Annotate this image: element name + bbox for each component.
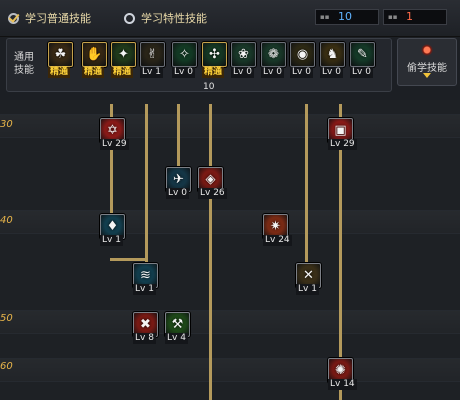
skill-level-label: Lv 1 bbox=[140, 67, 163, 78]
skill-level-label: Lv 4 bbox=[165, 333, 188, 344]
skill-level-label: Lv 1 bbox=[296, 284, 319, 295]
points-icon: ▪▪ bbox=[320, 13, 330, 21]
skill-glyph-icon: ✷ bbox=[270, 219, 281, 234]
skill-glyph-icon: ✈ bbox=[173, 172, 184, 187]
skill-level-label: Lv 0 bbox=[166, 188, 189, 199]
skill-glyph-icon: ✋ bbox=[86, 47, 103, 62]
skill-level-label: Lv 8 bbox=[133, 333, 156, 344]
tier-band-60 bbox=[0, 358, 460, 382]
skill-level-label: Lv 1 bbox=[133, 284, 156, 295]
tier-label-30: 30 bbox=[0, 119, 13, 130]
skill-level-label: Lv 0 bbox=[261, 67, 284, 78]
skill-points-value: 10 bbox=[338, 10, 352, 23]
skill-glyph-icon: ♦ bbox=[106, 219, 119, 234]
skill-glyph-icon: ✖ bbox=[140, 317, 151, 332]
common-skill-icon-4[interactable]: ✌ bbox=[140, 42, 165, 67]
skill-glyph-icon: ◉ bbox=[296, 47, 309, 62]
common-skill-icon-10[interactable]: ♞ bbox=[320, 42, 345, 67]
tier-label-40: 40 bbox=[0, 215, 13, 226]
level-marker: 10 bbox=[203, 82, 215, 92]
common-skill-icon-3[interactable]: ✦ bbox=[111, 42, 136, 67]
skill-glyph-icon: ◈ bbox=[205, 172, 216, 187]
steal-skill-button[interactable]: 偷学技能 bbox=[397, 38, 457, 86]
check-icon bbox=[8, 12, 19, 24]
skill-glyph-icon: ♞ bbox=[326, 47, 339, 62]
radio-learn-normal-skills[interactable]: 学习普通技能 bbox=[8, 9, 91, 27]
skill-level-label: Lv 0 bbox=[290, 67, 313, 78]
skill-tree: 30 40 50 60 bbox=[0, 100, 460, 400]
skill-glyph-icon: ▣ bbox=[334, 123, 347, 138]
radio-learn-special-skills[interactable]: 学习特性技能 bbox=[124, 9, 207, 27]
skill-points-counter: ▪▪ 10 bbox=[315, 9, 379, 25]
skill-level-label: 精通 bbox=[111, 67, 134, 78]
skill-level-label: Lv 29 bbox=[328, 139, 357, 150]
skill-level-label: Lv 24 bbox=[263, 235, 292, 246]
skill-glyph-icon: ✣ bbox=[209, 47, 220, 62]
skill-glyph-icon: ✎ bbox=[357, 47, 368, 62]
common-skill-icon-11[interactable]: ✎ bbox=[350, 42, 375, 67]
tree-connector bbox=[177, 104, 180, 176]
tree-connector bbox=[209, 104, 212, 400]
tree-connector bbox=[145, 104, 148, 264]
radio-circle-icon bbox=[124, 12, 135, 24]
skill-glyph-icon: ✧ bbox=[179, 47, 190, 62]
skill-level-label: Lv 26 bbox=[198, 188, 227, 199]
tree-connector bbox=[305, 104, 308, 274]
special-points-value: 1 bbox=[406, 10, 413, 23]
skill-glyph-icon: ❀ bbox=[238, 47, 249, 62]
skill-level-label: 精通 bbox=[48, 67, 71, 78]
skill-level-label: Lv 1 bbox=[100, 235, 123, 246]
skill-glyph-icon: ✕ bbox=[303, 268, 314, 283]
radio-normal-label: 学习普通技能 bbox=[25, 12, 91, 25]
skill-header: 学习普通技能 学习特性技能 ▪▪ 10 ▪▪ 1 bbox=[0, 0, 460, 37]
tier-band-40 bbox=[0, 210, 460, 234]
skill-level-label: Lv 0 bbox=[231, 67, 254, 78]
common-skill-icon-2[interactable]: ✋ bbox=[82, 42, 107, 67]
tier-band-50 bbox=[0, 310, 460, 334]
special-points-counter: ▪▪ 1 bbox=[383, 9, 447, 25]
common-skill-icon-1[interactable]: ☘ bbox=[48, 42, 73, 67]
dropdown-arrow-icon bbox=[423, 73, 431, 78]
skill-glyph-icon: ✌ bbox=[147, 47, 158, 62]
skill-glyph-icon: ❁ bbox=[268, 47, 279, 62]
skill-level-label: 精通 bbox=[82, 67, 105, 78]
common-skill-icon-6[interactable]: ✣ bbox=[202, 42, 227, 67]
skill-level-label: Lv 0 bbox=[350, 67, 373, 78]
radio-special-label: 学习特性技能 bbox=[141, 12, 207, 25]
common-skills-title: 通用技能 bbox=[14, 52, 34, 76]
skill-glyph-icon: ✦ bbox=[118, 47, 129, 62]
tier-label-60: 60 bbox=[0, 361, 13, 372]
skill-level-label: Lv 29 bbox=[100, 139, 129, 150]
skill-level-label: Lv 0 bbox=[320, 67, 343, 78]
skill-level-label: 精通 bbox=[202, 67, 225, 78]
skill-glyph-icon: ≋ bbox=[140, 268, 151, 283]
common-skill-icon-5[interactable]: ✧ bbox=[172, 42, 197, 67]
common-skill-icon-7[interactable]: ❀ bbox=[231, 42, 256, 67]
steal-skill-label: 偷学技能 bbox=[407, 63, 447, 74]
common-skill-icon-8[interactable]: ❁ bbox=[261, 42, 286, 67]
tier-band-30 bbox=[0, 114, 460, 138]
points-icon: ▪▪ bbox=[388, 13, 398, 21]
skill-glyph-icon: ✺ bbox=[335, 363, 346, 378]
tree-connector bbox=[110, 258, 148, 261]
common-skill-icon-9[interactable]: ◉ bbox=[290, 42, 315, 67]
steal-skill-icon bbox=[421, 44, 433, 56]
skill-level-label: Lv 14 bbox=[328, 379, 357, 390]
skill-glyph-icon: ⚒ bbox=[171, 317, 184, 332]
skill-level-label: Lv 0 bbox=[172, 67, 195, 78]
skill-glyph-icon: ✡ bbox=[107, 123, 118, 138]
skill-glyph-icon: ☘ bbox=[54, 47, 67, 62]
tier-label-50: 50 bbox=[0, 313, 13, 324]
